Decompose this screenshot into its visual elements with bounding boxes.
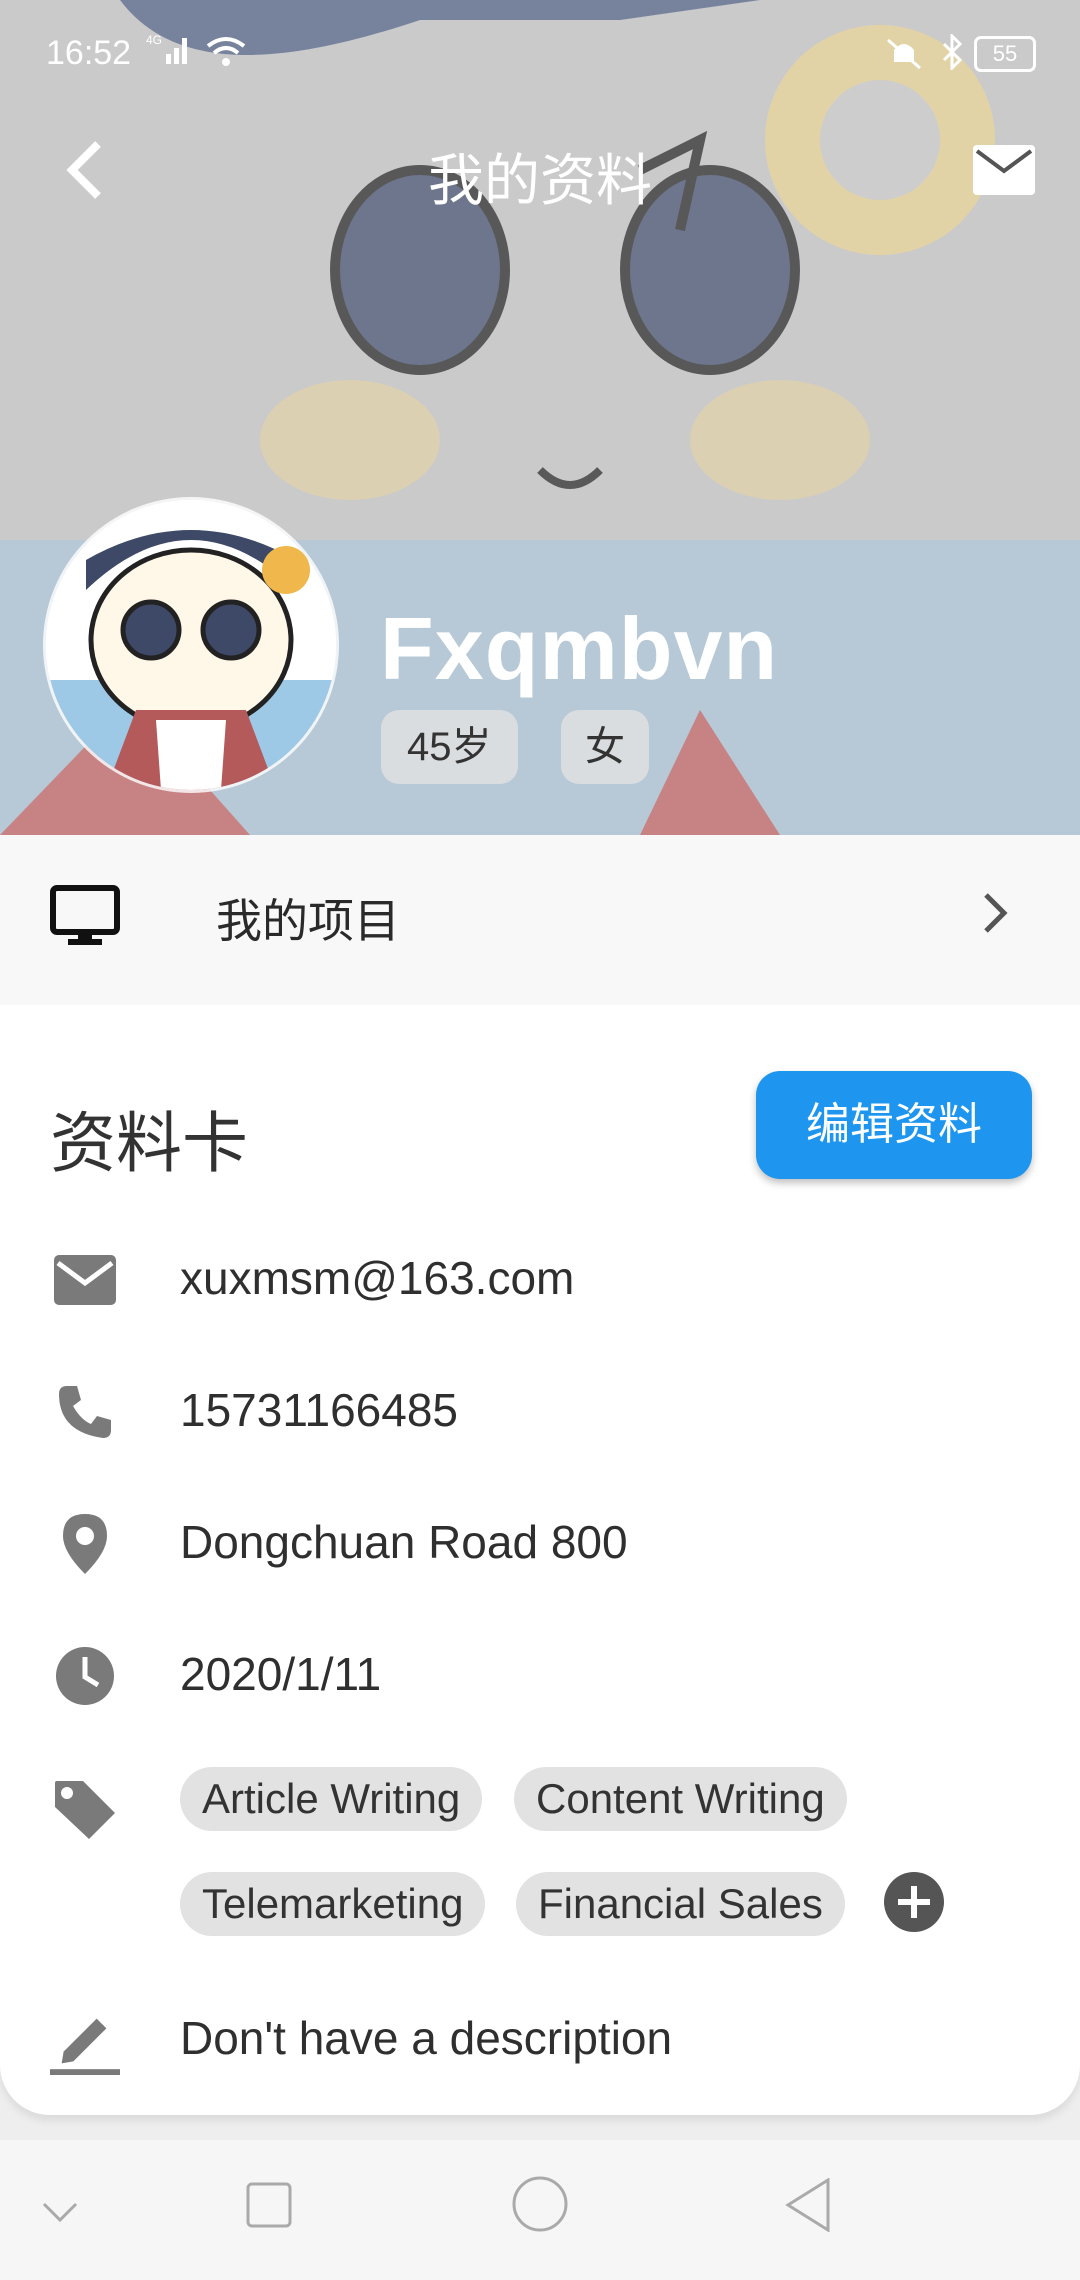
edit-pencil-icon — [50, 2005, 120, 2075]
top-app-bar: 我的资料 — [0, 110, 1080, 230]
plus-icon — [898, 1886, 930, 1918]
tag-icon — [50, 1775, 120, 1845]
edit-profile-button[interactable]: 编辑资料 — [756, 1071, 1032, 1179]
address-value: Dongchuan Road 800 — [180, 1516, 628, 1568]
description-value: Don't have a description — [180, 2012, 673, 2064]
age-chip: 45岁 — [381, 710, 518, 784]
avatar-image — [46, 500, 336, 790]
mail-icon — [973, 145, 1035, 195]
status-time: 16:52 — [46, 34, 132, 72]
wifi-icon — [206, 36, 246, 77]
chevron-right-icon — [984, 893, 1008, 933]
network-label: 4G — [146, 33, 162, 47]
my-projects-row[interactable]: 我的项目 — [0, 835, 1080, 1005]
gender-chip: 女 — [561, 710, 649, 784]
address-row[interactable]: Dongchuan Road 800 — [0, 1489, 1080, 1589]
tag-chip[interactable]: Telemarketing — [180, 1872, 486, 1936]
card-title: 资料卡 — [50, 1106, 248, 1180]
date-row: 2020/1/11 — [0, 1621, 1080, 1721]
tag-chip[interactable]: Content Writing — [514, 1767, 847, 1831]
profile-card: 资料卡 编辑资料 xuxmsm@163.com 15731166485 Dong… — [0, 1005, 1080, 2115]
add-tag-button[interactable] — [884, 1872, 944, 1932]
mail-button[interactable] — [968, 134, 1040, 206]
date-value: 2020/1/11 — [180, 1648, 382, 1700]
clock-icon — [50, 1641, 120, 1711]
user-name: Fxqmbvn — [380, 599, 779, 698]
tag-chip[interactable]: Article Writing — [180, 1767, 483, 1831]
bluetooth-icon — [942, 32, 964, 79]
email-value: xuxmsm@163.com — [180, 1252, 575, 1304]
my-projects-label: 我的项目 — [216, 895, 400, 947]
back-triangle-icon[interactable] — [784, 2178, 832, 2232]
chevron-down-icon[interactable] — [42, 2200, 78, 2224]
phone-value: 15731166485 — [180, 1384, 458, 1436]
email-row[interactable]: xuxmsm@163.com — [0, 1225, 1080, 1325]
signal-icon: 4G — [146, 32, 192, 75]
status-bar: 16:52 4G 55 — [0, 0, 1080, 110]
location-pin-icon — [50, 1509, 120, 1579]
page-title: 我的资料 — [428, 149, 652, 212]
monitor-icon — [50, 885, 120, 945]
avatar[interactable] — [46, 500, 336, 790]
phone-row[interactable]: 15731166485 — [0, 1357, 1080, 1457]
system-nav-bar — [0, 2140, 1080, 2280]
profile-header: 16:52 4G 55 我的资料 Fxqmbvn 45岁 女 — [0, 0, 1080, 835]
tag-chip[interactable]: Financial Sales — [516, 1872, 845, 1936]
home-circle-icon[interactable] — [512, 2176, 568, 2232]
description-row[interactable]: Don't have a description — [0, 1985, 1080, 2085]
email-icon — [50, 1245, 120, 1315]
recents-square-icon[interactable] — [246, 2182, 292, 2228]
phone-icon — [50, 1377, 120, 1447]
mute-icon — [884, 36, 924, 79]
battery-icon: 55 — [974, 36, 1036, 72]
